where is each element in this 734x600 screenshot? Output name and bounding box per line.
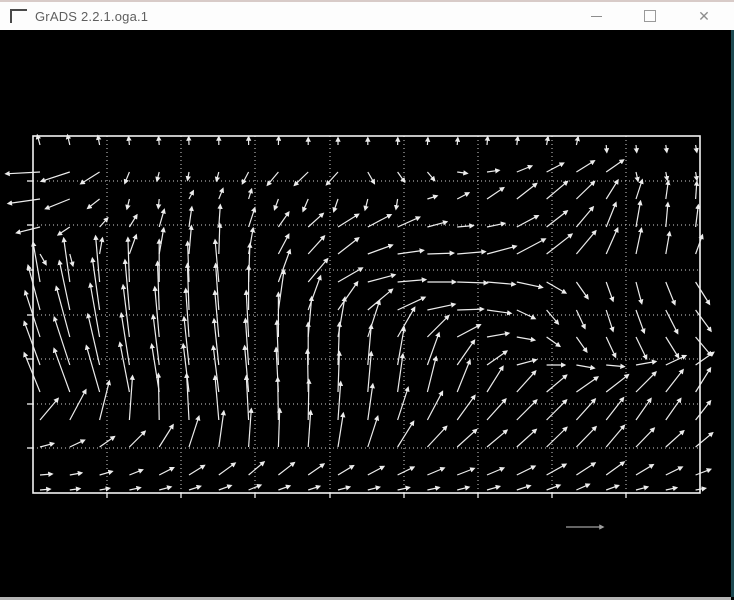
minimize-icon — [591, 16, 602, 17]
vector-field-canvas — [0, 30, 731, 597]
grads-app-icon — [10, 9, 27, 23]
grads-window: GrADS 2.2.1.oga.1 ✕ — [0, 0, 734, 600]
close-icon: ✕ — [698, 9, 710, 23]
minimize-button[interactable] — [569, 2, 623, 30]
maximize-icon — [644, 10, 656, 22]
window-title: GrADS 2.2.1.oga.1 — [35, 9, 148, 24]
title-bar[interactable]: GrADS 2.2.1.oga.1 ✕ — [0, 0, 734, 30]
grads-graphics-canvas[interactable] — [0, 30, 731, 597]
window-controls: ✕ — [569, 2, 731, 30]
close-button[interactable]: ✕ — [677, 2, 731, 30]
maximize-button[interactable] — [623, 2, 677, 30]
